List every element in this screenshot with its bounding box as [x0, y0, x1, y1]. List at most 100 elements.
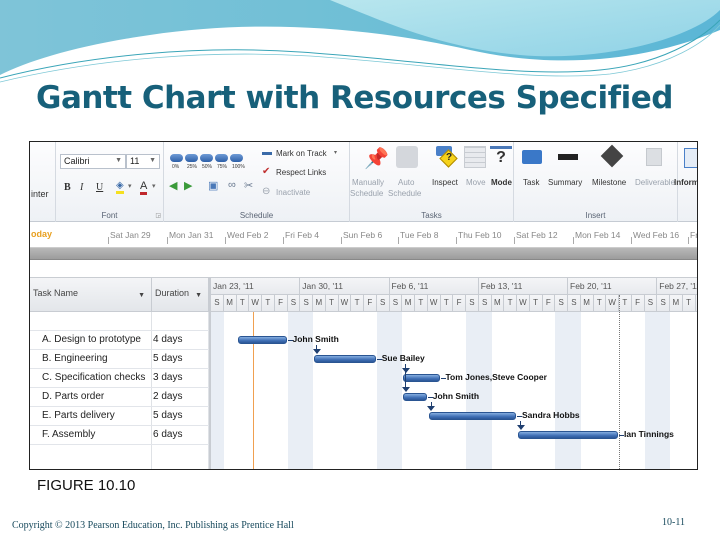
task-bar[interactable]: [403, 374, 440, 382]
duration-cell[interactable]: 6 days: [153, 429, 182, 440]
table-row[interactable]: C. Specification checks 3 days: [30, 369, 209, 388]
move-button[interactable]: Move: [466, 178, 486, 187]
task-bar[interactable]: [518, 431, 618, 439]
timeline-date-label: Wed Feb 16: [633, 230, 680, 240]
duration-cell[interactable]: 3 days: [153, 372, 182, 383]
column-header-duration[interactable]: Duration ▼: [152, 278, 209, 312]
chevron-down-icon[interactable]: ▾: [152, 182, 156, 190]
auto-schedule-button-line1[interactable]: Auto: [398, 178, 414, 187]
percent-complete-button[interactable]: [200, 154, 213, 162]
underline-button[interactable]: U: [96, 182, 103, 193]
task-bar[interactable]: [237, 336, 287, 344]
duration-cell[interactable]: 5 days: [153, 410, 182, 421]
indent-icon[interactable]: ▶: [184, 179, 192, 192]
information-button[interactable]: Inform: [674, 178, 697, 187]
timeline-scrollbar[interactable]: [30, 248, 697, 260]
insert-milestone-button[interactable]: Milestone: [592, 178, 626, 187]
mode-button[interactable]: Mode: [491, 178, 512, 187]
inactivate-button[interactable]: Inactivate: [276, 188, 310, 197]
blank-row[interactable]: [30, 312, 209, 331]
timeline-tick: [167, 237, 168, 244]
percent-complete-button[interactable]: [185, 154, 198, 162]
timescale-day-header: T: [351, 295, 364, 312]
timescale-day-header: S: [466, 295, 479, 312]
table-row[interactable]: A. Design to prototype 4 days: [30, 331, 209, 350]
task-name-cell[interactable]: B. Engineering: [42, 353, 152, 364]
unlink-tasks-icon[interactable]: ✂: [244, 179, 253, 192]
respect-links-button[interactable]: Respect Links: [276, 168, 326, 177]
inspect-button[interactable]: Inspect: [432, 178, 458, 187]
percent-complete-button[interactable]: [230, 154, 243, 162]
dependency-arrow-icon: [427, 406, 436, 411]
bold-button[interactable]: B: [64, 182, 71, 193]
manually-schedule-button-line2[interactable]: Schedule: [350, 189, 383, 198]
timeline-tick: [398, 237, 399, 244]
timescale-day-header: M: [670, 295, 683, 312]
table-row[interactable]: E. Parts delivery 5 days: [30, 407, 209, 426]
insert-task-button[interactable]: Task: [523, 178, 539, 187]
auto-schedule-icon: [396, 146, 418, 168]
column-header-task-name[interactable]: Task Name ▼: [30, 278, 152, 312]
chevron-down-icon: ▼: [115, 157, 122, 164]
filter-dropdown-icon[interactable]: ▼: [195, 292, 202, 299]
timescale-day-header: W: [427, 295, 441, 312]
task-name-cell[interactable]: E. Parts delivery: [42, 410, 152, 421]
timescale-day-header: W: [695, 295, 697, 312]
dialog-launcher-icon[interactable]: ◲: [155, 212, 161, 219]
split-task-icon[interactable]: ▣: [208, 179, 218, 192]
task-bar[interactable]: [403, 393, 427, 401]
timescale-day-header: S: [300, 295, 313, 312]
timeline-date-label: Sat Jan 29: [110, 230, 151, 240]
percent-complete-button[interactable]: [215, 154, 228, 162]
duration-cell[interactable]: 4 days: [153, 334, 182, 345]
table-row[interactable]: F. Assembly 6 days: [30, 426, 209, 445]
task-name-cell[interactable]: A. Design to prototype: [42, 334, 152, 345]
timeline-tick: [225, 237, 226, 244]
timescale-day-header: S: [555, 295, 568, 312]
filter-dropdown-icon[interactable]: ▼: [138, 292, 145, 299]
gantt-chart-area: Jan 23, '11 S M T W T F S Jan 30, '11 S M T W T F S Feb …: [211, 278, 697, 469]
font-size-select[interactable]: 11 ▼: [126, 154, 160, 169]
percent-complete-label: 100%: [232, 164, 245, 170]
manually-schedule-button-line1[interactable]: Manually: [352, 178, 384, 187]
task-name-cell[interactable]: F. Assembly: [42, 429, 152, 440]
copyright-notice: Copyright © 2013 Pearson Education, Inc.…: [12, 520, 294, 531]
insert-summary-button[interactable]: Summary: [548, 178, 582, 187]
duration-cell[interactable]: 5 days: [153, 353, 182, 364]
timeline-tick: [341, 237, 342, 244]
timescale-day-header: T: [325, 295, 339, 312]
insert-task-icon: [522, 150, 542, 164]
auto-schedule-button-line2[interactable]: Schedule: [388, 189, 421, 198]
table-row[interactable]: D. Parts order 2 days: [30, 388, 209, 407]
weekend-shading: [211, 312, 224, 469]
chevron-down-icon[interactable]: ▾: [334, 149, 337, 156]
table-row[interactable]: B. Engineering 5 days: [30, 350, 209, 369]
page-number: 10-11: [662, 517, 685, 528]
timeline-bar[interactable]: oday Sat Jan 29 Mon Jan 31 Wed Feb 2 Fri Fe…: [30, 222, 697, 248]
weekend-shading: [376, 312, 390, 469]
chevron-down-icon[interactable]: ▾: [128, 182, 132, 190]
timescale-day-header: T: [593, 295, 607, 312]
task-name-cell[interactable]: D. Parts order: [42, 391, 152, 402]
information-icon: [684, 148, 697, 168]
percent-complete-button[interactable]: [170, 154, 183, 162]
timescale-day-header: F: [631, 295, 645, 312]
format-painter-button[interactable]: inter: [31, 189, 49, 199]
task-name-cell[interactable]: C. Specification checks: [42, 372, 152, 383]
timescale-day-header: S: [376, 295, 390, 312]
task-bar[interactable]: [428, 412, 516, 420]
timescale-day-header: W: [606, 295, 619, 312]
task-bar[interactable]: [314, 355, 376, 363]
font-color-button[interactable]: A: [140, 180, 148, 195]
duration-cell[interactable]: 2 days: [153, 391, 182, 402]
outdent-icon[interactable]: ◀: [169, 179, 177, 192]
mark-on-track-button[interactable]: Mark on Track: [276, 149, 327, 158]
link-tasks-icon[interactable]: ∞: [228, 179, 236, 191]
schedule-group: 0% 25% 50% 75% 100% ◀ ▶ ▣ ∞ ✂ ▬ Mark on Trac…: [164, 142, 350, 222]
font-name-select[interactable]: Calibri ▼: [60, 154, 126, 169]
italic-button[interactable]: I: [80, 182, 83, 193]
highlight-color-icon[interactable]: ◈: [116, 180, 124, 194]
timescale-day-header: M: [402, 295, 415, 312]
timescale-day-header: S: [644, 295, 658, 312]
insert-deliverable-button[interactable]: Deliverable: [635, 178, 675, 187]
